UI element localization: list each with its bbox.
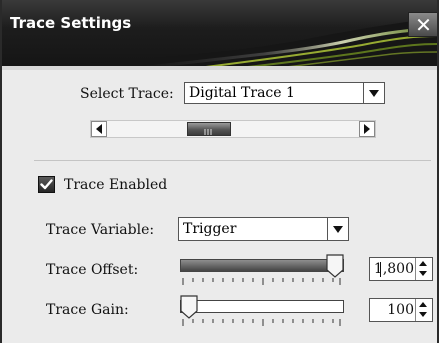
trace-gain-spinbox[interactable]: 100: [369, 298, 433, 322]
checkmark-icon: [40, 179, 53, 190]
trace-offset-fill: [181, 260, 336, 271]
trace-gain-spin-buttons[interactable]: [415, 299, 432, 321]
trace-variable-label: Trace Variable:: [46, 222, 155, 238]
trace-offset-value: 1,800: [373, 261, 414, 277]
section-divider: [34, 160, 431, 161]
trace-gain-slider[interactable]: [180, 295, 346, 342]
title-bar-swoosh: [2, 18, 437, 70]
trace-gain-label: Trace Gain:: [46, 302, 129, 318]
trace-variable-dropdown[interactable]: Trigger: [178, 217, 349, 241]
trace-offset-track: [180, 259, 344, 272]
grip-icon: [204, 129, 212, 135]
trace-gain-track: [180, 300, 344, 313]
scroll-thumb[interactable]: [187, 122, 231, 136]
scroll-left-button[interactable]: [91, 121, 107, 137]
trace-variable-value: Trigger: [183, 221, 237, 237]
select-trace-dropdown[interactable]: Digital Trace 1: [184, 82, 385, 104]
select-trace-label: Select Trace:: [80, 86, 174, 102]
title-bar[interactable]: Trace Settings ✕: [2, 0, 437, 70]
trace-gain-ticks: [182, 319, 341, 326]
trace-offset-thumb[interactable]: [326, 254, 344, 278]
spin-up-icon[interactable]: [419, 261, 427, 266]
spin-down-icon[interactable]: [419, 312, 427, 317]
close-button[interactable]: ✕: [408, 12, 437, 37]
trace-settings-dialog: Trace Settings ✕ Select Trace: Digital T…: [0, 0, 439, 343]
close-icon: ✕: [415, 12, 432, 37]
trace-offset-slider[interactable]: [180, 254, 346, 301]
select-trace-value: Digital Trace 1: [189, 85, 295, 101]
trace-offset-spinbox[interactable]: 1,800: [369, 257, 433, 281]
dialog-title: Trace Settings: [10, 14, 132, 32]
trace-enabled-label: Trace Enabled: [64, 177, 168, 193]
scroll-left-icon: [96, 124, 102, 134]
trace-gain-thumb[interactable]: [180, 295, 198, 319]
trace-gain-value: 100: [387, 302, 414, 318]
dropdown-arrow-icon: [333, 225, 343, 233]
trace-variable-dropdown-button[interactable]: [327, 218, 348, 240]
dropdown-arrow-icon: [369, 89, 379, 97]
select-trace-dropdown-button[interactable]: [363, 83, 384, 103]
trace-enabled-checkbox[interactable]: [38, 176, 55, 193]
spin-up-icon[interactable]: [419, 302, 427, 307]
scroll-right-button[interactable]: [359, 121, 375, 137]
trace-offset-label: Trace Offset:: [46, 262, 139, 278]
spin-down-icon[interactable]: [419, 271, 427, 276]
trace-scrollbar[interactable]: [90, 120, 376, 138]
trace-offset-ticks: [182, 278, 341, 285]
trace-offset-spin-buttons[interactable]: [415, 258, 432, 280]
scroll-right-icon: [364, 124, 370, 134]
